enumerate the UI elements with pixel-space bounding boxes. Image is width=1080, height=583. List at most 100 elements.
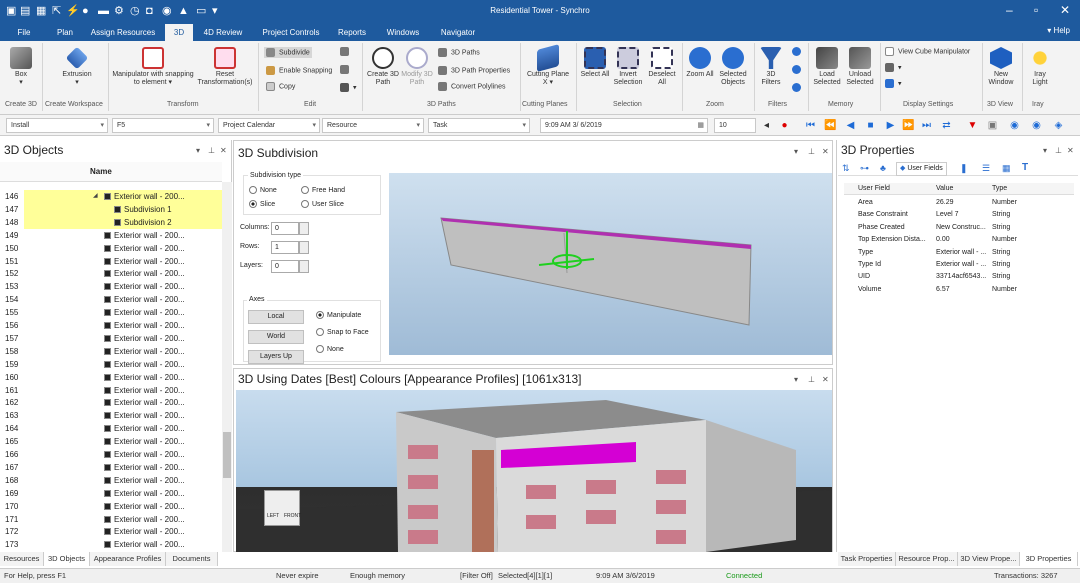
radio-axes-none[interactable]: None [316,345,344,354]
3d-filters-button[interactable]: 3D Filters [758,47,784,87]
layers-up-button[interactable]: Layers Up [248,350,304,364]
property-row[interactable]: UID 33714acf6543... String [844,271,1074,283]
pin-icon[interactable]: ⊥ [208,146,215,155]
play-back-icon[interactable]: ◀ [844,119,857,132]
enable-snapping-button[interactable]: Enable Snapping [266,66,332,75]
tab-plan[interactable]: Plan [50,26,80,41]
minimize-icon[interactable]: – [1006,3,1013,17]
record-icon[interactable]: ● [778,119,791,132]
tree-row[interactable]: 165 Exterior wall - 200... [0,435,222,448]
comment-icon[interactable]: ❚ [960,163,968,174]
list-icon[interactable]: ☰ [982,163,990,174]
property-row[interactable]: Phase Created New Construc... String [844,222,1074,234]
radio-slice[interactable]: Slice [249,200,275,209]
display-opt-1[interactable]: ▾ [885,63,902,72]
tree-row[interactable]: 153 Exterior wall - 200... [0,280,222,293]
tab-3d-properties[interactable]: 3D Properties [1020,552,1078,566]
view-cube-checkbox[interactable]: View Cube Manipulator [885,47,970,56]
datetime-picker[interactable]: 9:09 AM 3/ 6/2019 ▦ [540,118,708,133]
manipulator-button[interactable]: Manipulator with snapping to element ▾ [112,47,194,87]
tree-row[interactable]: 149 Exterior wall - 200... [0,229,222,242]
last-frame-icon[interactable]: ⏭ [920,119,933,132]
tree-row[interactable]: 166 Exterior wall - 200... [0,448,222,461]
tab-file[interactable]: File [10,26,38,41]
nav-down-icon[interactable]: ◉ [1030,119,1043,132]
tree-row[interactable]: 161 Exterior wall - 200... [0,384,222,397]
view-cube[interactable]: LEFT FRONT [264,490,301,526]
zoom-selected-button[interactable]: Selected Objects [716,47,750,87]
zoom-all-button[interactable]: Zoom All [686,47,714,79]
property-row[interactable]: Type Id Exterior wall - ... String [844,259,1074,271]
stop-icon[interactable]: ■ [864,119,877,132]
tab-3d-objects[interactable]: 3D Objects [44,552,90,566]
tree-row[interactable]: 147 Subdivision 1 [0,202,222,216]
tab-3d[interactable]: 3D [165,24,193,41]
scrollbar[interactable] [222,182,232,552]
tree-row[interactable]: 173 Exterior wall - 200... [0,538,222,551]
tab-3d-view-properties[interactable]: 3D View Prope... [958,552,1020,566]
tab-resource-properties[interactable]: Resource Prop... [896,552,958,566]
tab-windows[interactable]: Windows [380,26,426,41]
tab-reports[interactable]: Reports [333,26,371,41]
edit-extra-2[interactable] [340,65,353,74]
property-row[interactable]: Top Extension Dista... 0.00 Number [844,234,1074,246]
step-forward-icon[interactable]: ⏩ [902,119,915,132]
sort-icon[interactable]: ⇅ [842,163,850,174]
pin-icon[interactable]: ⊥ [808,147,815,156]
tree-row[interactable]: 170 Exterior wall - 200... [0,500,222,513]
tab-task-properties[interactable]: Task Properties [838,552,896,566]
3d-paths-button[interactable]: 3D Paths [438,48,480,57]
dropdown-icon[interactable]: ▾ [794,147,798,156]
load-selected-button[interactable]: Load Selected [812,47,842,87]
table-icon[interactable]: ▦ [1002,163,1011,174]
filter-opt-3[interactable] [792,83,805,92]
iray-light-button[interactable]: Iray Light [1026,47,1054,87]
filter-opt-1[interactable] [792,47,805,56]
tab-documents[interactable]: Documents [166,552,218,566]
task-combo[interactable]: Task ▾ [428,118,530,133]
f5-combo[interactable]: F5 ▾ [112,118,214,133]
radio-snap-to-face[interactable]: Snap to Face [316,328,369,337]
tree-row[interactable]: 152 Exterior wall - 200... [0,267,222,280]
edit-extra-3[interactable]: ▾ [340,83,357,92]
tree-row[interactable]: 163 Exterior wall - 200... [0,409,222,422]
header-type[interactable]: Type [992,183,1007,195]
property-value[interactable]: Level 7 [936,209,959,221]
modify-3d-path-button[interactable]: Modify 3D Path [400,47,434,87]
pin-icon[interactable]: ⊥ [1055,146,1062,155]
property-value[interactable]: Exterior wall - ... [936,259,986,271]
tree-row[interactable]: 172 Exterior wall - 200... [0,525,222,538]
header-user-field[interactable]: User Field [858,183,890,195]
world-button[interactable]: World [248,330,304,344]
property-value[interactable]: Exterior wall - ... [936,247,986,259]
deselect-all-button[interactable]: Deselect All [646,47,678,87]
property-value[interactable]: 6.57 [936,284,950,296]
calendar-combo[interactable]: Project Calendar ▾ [218,118,320,133]
rows-spinner[interactable] [299,241,309,254]
unload-selected-button[interactable]: Unload Selected [844,47,876,87]
tree-row[interactable]: 150 Exterior wall - 200... [0,242,222,255]
nav-extra-icon[interactable]: ◈ [1052,119,1065,132]
close-icon[interactable]: ✕ [220,146,227,155]
columns-input[interactable]: 0 [271,222,299,235]
pin-icon[interactable]: ⊥ [808,375,815,384]
box-button[interactable]: Box ▾ [6,47,36,87]
layers-input[interactable]: 0 [271,260,299,273]
filter-opt-2[interactable] [792,65,805,74]
tree-row[interactable]: 157 Exterior wall - 200... [0,332,222,345]
loop-icon[interactable]: ⇄ [940,119,953,132]
maximize-icon[interactable]: ▫ [1034,3,1038,17]
first-frame-icon[interactable]: ⏮ [804,119,817,132]
scrollbar-thumb[interactable] [223,432,231,478]
close-icon[interactable]: ✕ [822,375,829,384]
tab-resources[interactable]: Resources [0,552,44,566]
text-icon[interactable]: T [1022,162,1028,173]
cutting-plane-button[interactable]: Cutting Plane X ▾ [524,44,572,87]
tree-row[interactable]: 160 Exterior wall - 200... [0,371,222,384]
layers-spinner[interactable] [299,260,309,273]
tree-row[interactable]: 158 Exterior wall - 200... [0,345,222,358]
tree-row[interactable]: 156 Exterior wall - 200... [0,319,222,332]
tree-row[interactable]: 154 Exterior wall - 200... [0,293,222,306]
step-back-icon[interactable]: ⏪ [824,119,837,132]
property-value[interactable]: New Construc... [936,222,986,234]
